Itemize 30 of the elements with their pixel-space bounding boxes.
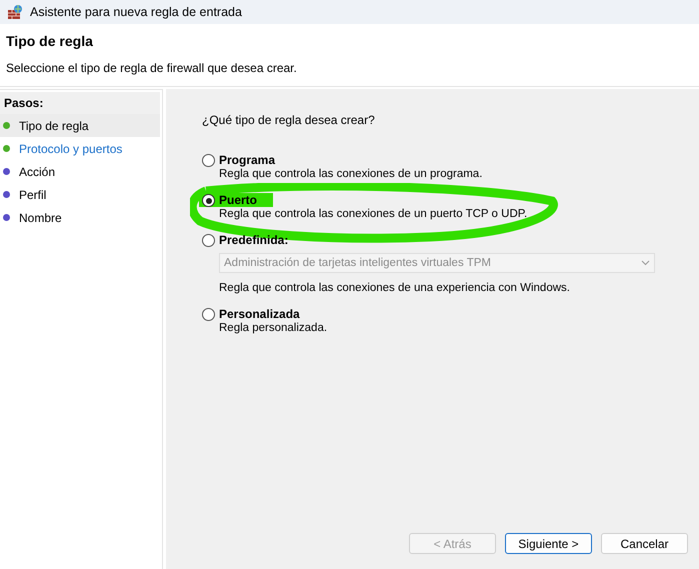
wizard-button[interactable]: Cancelar <box>601 533 688 554</box>
radio-button[interactable] <box>202 234 215 247</box>
steps-heading: Pasos: <box>0 92 160 114</box>
option-label: Personalizada <box>219 307 301 321</box>
option-label: Programa <box>219 153 276 167</box>
radio-button[interactable] <box>202 154 215 167</box>
step-label: Protocolo y puertos <box>19 142 122 156</box>
option-description: Regla que controla las conexiones de una experiencia con Windows. <box>219 282 571 294</box>
wizard-button[interactable]: Siguiente > <box>505 533 592 554</box>
step-item[interactable]: Perfil <box>0 183 160 206</box>
option-description: Regla que controla las conexiones de un programa. <box>219 168 482 180</box>
step-label: Perfil <box>19 188 46 202</box>
step-label: Tipo de regla <box>19 118 89 132</box>
question-text: ¿Qué tipo de regla desea crear? <box>202 113 376 127</box>
option-label: Predefinida: <box>219 233 290 247</box>
step-label: Nombre <box>19 210 62 224</box>
option-description: Regla personalizada. <box>219 322 328 334</box>
step-item[interactable]: Acción <box>0 160 160 183</box>
step-item[interactable]: Protocolo y puertos <box>0 137 160 160</box>
step-label: Acción <box>19 164 56 178</box>
step-item[interactable]: Nombre <box>0 206 160 229</box>
firewall-icon <box>7 4 23 20</box>
page-title: Tipo de regla <box>6 33 94 49</box>
step-item[interactable]: Tipo de regla <box>0 114 160 137</box>
page-subtitle: Seleccione el tipo de regla de firewall que desea crear. <box>6 61 298 75</box>
option-label: Puerto <box>219 193 258 207</box>
option-description: Regla que controla las conexiones de un puerto TCP o UDP. <box>219 208 528 220</box>
chevron-down-icon <box>641 260 650 266</box>
window-title: Asistente para nueva regla de entrada <box>30 5 242 19</box>
radio-button[interactable] <box>202 308 215 321</box>
